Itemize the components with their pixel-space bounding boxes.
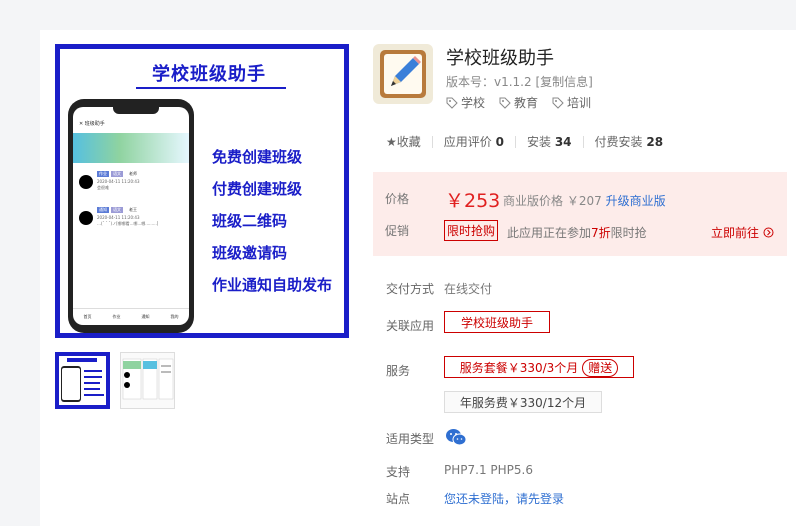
- install-label: 安装: [526, 135, 551, 149]
- phone-time: 2020-04-11 11:20:43: [97, 179, 140, 184]
- price-value: ￥253: [445, 190, 501, 212]
- phone-mockup: ✕ 班级助手 作业 语文 老师 2020-04-11 11:20:43 会很难 …: [68, 99, 194, 333]
- feature-list: 免费创建班级 付费创建班级 班级二维码 班级邀请码 作业通知自助发布: [212, 141, 352, 301]
- phone-header-title: 班级助手: [84, 121, 105, 127]
- login-link[interactable]: 您还未登陆，请先登录: [444, 490, 564, 507]
- paid-install-value: 28: [646, 135, 664, 149]
- product-main-image[interactable]: 学校班级助手 ✕ 班级助手 作业 语文 老师 2020-04-11 11:20:…: [55, 44, 349, 338]
- tag-icon: [499, 97, 511, 109]
- service-selected-label: 服务套餐￥330/3个月: [459, 361, 579, 375]
- poster-title: 学校班级助手: [152, 64, 266, 85]
- phone-header: ✕ 班级助手: [79, 121, 105, 127]
- price-label: 价格: [385, 192, 410, 206]
- divider: [431, 135, 433, 148]
- go-now-link[interactable]: 立即前往: [711, 224, 774, 241]
- phone-notch: [113, 107, 159, 114]
- phone-text: 会很难: [97, 185, 109, 190]
- stats-bar: ★收藏 应用评价 0 安装 34 付费安装 28: [386, 133, 663, 150]
- phone-list-item: 作业 语文 老师 2020-04-11 11:20:43 会很难: [79, 171, 183, 201]
- feature-item: 班级邀请码: [212, 244, 288, 262]
- paid-install-label: 付费安装: [594, 135, 643, 149]
- promo-discount: 7折: [591, 226, 611, 240]
- go-now-label: 立即前往: [711, 226, 760, 240]
- thumbnail-preview-icon: [57, 354, 108, 407]
- promo-suffix: 限时抢: [610, 226, 647, 240]
- phone-screen: ✕ 班级助手 作业 语文 老师 2020-04-11 11:20:43 会很难 …: [73, 107, 189, 325]
- phone-time: 2020-04-11 11:20:43: [97, 215, 140, 220]
- type-label: 适用类型: [386, 432, 435, 446]
- phone-tag: 语文: [111, 171, 123, 177]
- tag-label: 学校: [461, 96, 486, 110]
- promo-label: 促销: [385, 224, 410, 238]
- tag-item[interactable]: 教育: [499, 94, 538, 111]
- tag-item[interactable]: 培训: [552, 94, 591, 111]
- service-option[interactable]: 年服务费￥330/12个月: [444, 391, 602, 413]
- phone-tab: 作业: [112, 314, 121, 319]
- favorite-button[interactable]: ★收藏: [386, 133, 421, 150]
- phone-text: …(ˇ＾ˇ)ノ[哪哪看...哪...哪.........]: [97, 221, 159, 226]
- related-app-button[interactable]: 学校班级助手: [444, 311, 550, 333]
- pencil-icon: [391, 56, 421, 86]
- service-option-selected[interactable]: 服务套餐￥330/3个月 赠送: [444, 356, 634, 378]
- paid-install-stat: 付费安装 28: [595, 133, 664, 150]
- rating-stat[interactable]: 应用评价 0: [444, 133, 504, 150]
- upgrade-link[interactable]: 升级商业版: [606, 194, 666, 208]
- pencil-notebook-icon: [373, 44, 433, 104]
- business-price: 商业版价格 ￥207 升级商业版: [503, 192, 666, 209]
- tag-list: 学校 教育 培训: [446, 94, 591, 111]
- tag-label: 教育: [514, 96, 539, 110]
- tag-label: 培训: [567, 96, 592, 110]
- phone-tab: 首页: [83, 314, 92, 319]
- phone-name: 老师: [129, 171, 137, 176]
- poster-underline: [136, 87, 286, 89]
- arrow-circle-icon: [763, 227, 774, 238]
- service-label: 服务: [386, 364, 411, 378]
- feature-item: 作业通知自助发布: [212, 276, 333, 294]
- business-price-text: 商业版价格 ￥207: [503, 194, 602, 208]
- feature-item: 免费创建班级: [212, 148, 303, 166]
- rating-value: 0: [495, 135, 504, 149]
- phone-tabbar: 首页 作业 通知 我的: [73, 308, 189, 325]
- gift-badge: 赠送: [582, 359, 619, 377]
- tag-item[interactable]: 学校: [446, 94, 485, 111]
- flash-sale-badge: 限时抢购: [444, 220, 499, 241]
- wechat-icon: [446, 429, 467, 446]
- promo-prefix: 此应用正在参加: [507, 226, 592, 240]
- phone-tag: 作业: [97, 171, 109, 177]
- delivery-label: 交付方式: [386, 282, 435, 296]
- support-value: PHP7.1 PHP5.6: [444, 463, 533, 477]
- phone-tag: 通知: [97, 207, 109, 213]
- phone-tab: 我的: [170, 314, 179, 319]
- divider: [514, 135, 516, 148]
- site-label: 站点: [386, 492, 411, 506]
- phone-name: 老王: [129, 207, 137, 212]
- support-label: 支持: [386, 465, 411, 479]
- phone-tag: 语文: [111, 207, 123, 213]
- rating-label: 应用评价: [443, 135, 492, 149]
- phone-banner: [73, 133, 189, 163]
- delivery-value: 在线交付: [444, 282, 493, 296]
- related-label: 关联应用: [386, 319, 435, 333]
- avatar: [79, 175, 93, 189]
- tag-icon: [552, 97, 564, 109]
- divider: [582, 135, 584, 148]
- install-stat: 安装 34: [527, 133, 572, 150]
- thumbnail-1[interactable]: [55, 352, 110, 409]
- phone-tab: 通知: [141, 314, 150, 319]
- feature-item: 付费创建班级: [212, 180, 303, 198]
- app-title: 学校班级助手: [446, 48, 554, 69]
- thumbnail-2[interactable]: [120, 352, 175, 409]
- promo-text: 此应用正在参加7折限时抢: [507, 224, 647, 241]
- tag-icon: [446, 97, 458, 109]
- phone-list-item: 通知 语文 老王 2020-04-11 11:20:43 …(ˇ＾ˇ)ノ[哪哪看…: [79, 207, 183, 237]
- avatar: [79, 211, 93, 225]
- install-value: 34: [554, 135, 572, 149]
- price-box: 价格 ￥253 商业版价格 ￥207 升级商业版 促销 限时抢购 此应用正在参加…: [373, 172, 787, 256]
- app-version[interactable]: 版本号：v1.1.2 [复制信息]: [446, 73, 593, 90]
- feature-item: 班级二维码: [212, 212, 288, 230]
- thumbnail-preview-icon: [122, 358, 174, 400]
